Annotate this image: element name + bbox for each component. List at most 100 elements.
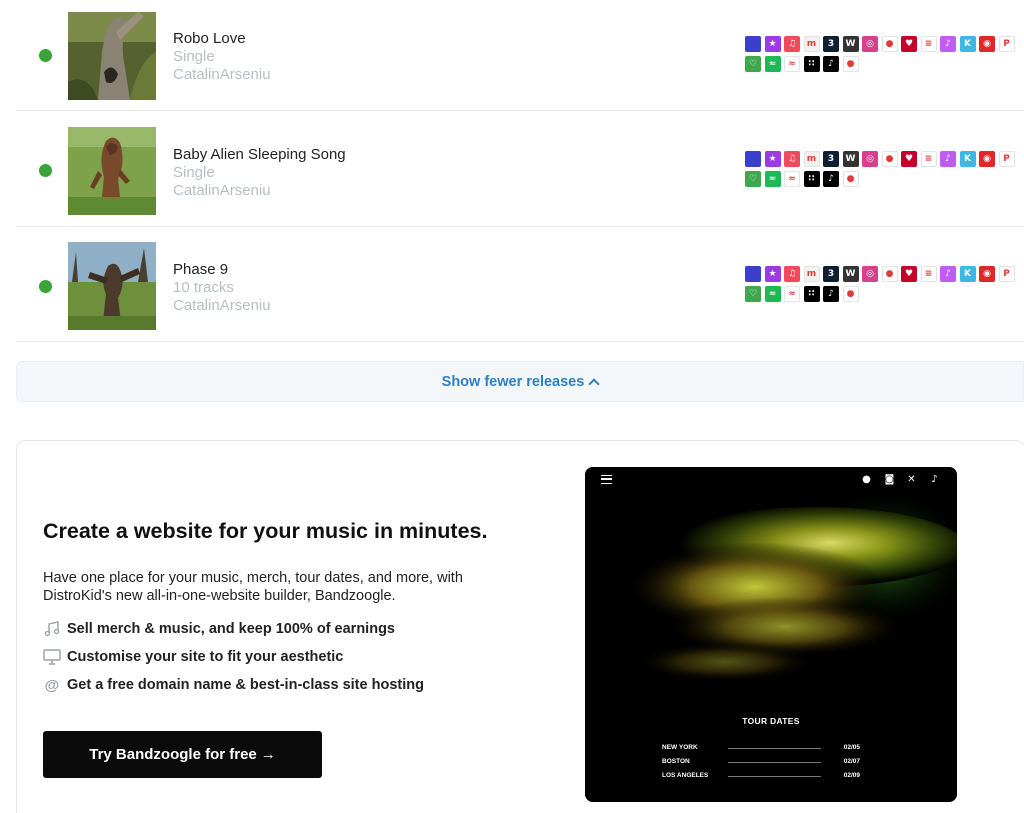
try-bandzoogle-button[interactable]: Try Bandzoogle for free →: [43, 731, 322, 778]
netease-icon[interactable]: ◉: [979, 266, 995, 282]
kkbox-icon[interactable]: K: [959, 151, 976, 167]
release-row[interactable]: Phase 9 10 tracks CatalinArseniu ★ ♫ m 3 W ◎ ●…: [16, 227, 1024, 342]
at-sign-icon: @: [44, 676, 60, 694]
tour-divider: [728, 776, 821, 777]
release-cover-art[interactable]: [68, 12, 156, 100]
feature-text: Get a free domain name & best-in-class s…: [67, 677, 424, 693]
show-fewer-releases-button[interactable]: Show fewer releases: [16, 361, 1024, 402]
promo-heading: Create a website for your music in minut…: [43, 519, 488, 543]
apple-music-icon[interactable]: ♫: [784, 266, 800, 282]
jiosaavn-icon[interactable]: ≡: [920, 266, 937, 282]
yandex-music-icon[interactable]: ●: [842, 171, 859, 187]
pandora-icon[interactable]: P: [998, 266, 1015, 282]
release-artist: CatalinArseniu: [173, 297, 271, 314]
feature-text: Customise your site to fit your aestheti…: [67, 649, 344, 665]
bandzoogle-promo-card: Create a website for your music in minut…: [16, 440, 1024, 813]
anghami-icon[interactable]: ★: [764, 151, 781, 167]
store-icon-line-1: ★ ♫ m 3 W ◎ ● ♥ ≡ ♪ K ◉ P: [745, 151, 1020, 167]
instagram-icon[interactable]: ◎: [862, 266, 878, 282]
spotify-icon[interactable]: ≈: [764, 56, 781, 72]
netease-icon[interactable]: ◉: [979, 151, 995, 167]
tiktok-icon[interactable]: ♪: [823, 171, 839, 187]
spotify-icon[interactable]: ≈: [764, 171, 781, 187]
amazon-music-icon[interactable]: [745, 151, 761, 167]
feature-item: Sell merch & music, and keep 100% of ear…: [43, 620, 395, 638]
apple-music-icon[interactable]: ♫: [784, 36, 800, 52]
instagram-icon: ◙: [884, 474, 895, 485]
audiomack-icon[interactable]: 3: [823, 151, 839, 167]
preview-navbar: ● ◙ ✕ ♪: [585, 467, 957, 493]
chevron-up-icon: [588, 377, 600, 390]
tencent-icon[interactable]: ≈: [784, 56, 800, 72]
saavn-icon[interactable]: ♡: [745, 171, 761, 187]
instagram-icon[interactable]: ◎: [862, 36, 878, 52]
pandora-icon[interactable]: P: [998, 36, 1015, 52]
tencent-icon[interactable]: ≈: [784, 286, 800, 302]
jiosaavn-icon[interactable]: ≡: [920, 36, 937, 52]
amazon-music-icon[interactable]: [745, 36, 761, 52]
show-fewer-releases-label: Show fewer releases: [441, 373, 585, 390]
saavn-icon[interactable]: ♡: [745, 286, 761, 302]
claro-musica-icon[interactable]: W: [842, 266, 859, 282]
kkbox-icon[interactable]: K: [959, 36, 976, 52]
iheartradio-icon[interactable]: ♥: [901, 266, 917, 282]
yandex-music-icon[interactable]: ●: [842, 56, 859, 72]
store-icons: ★ ♫ m 3 W ◎ ● ♥ ≡ ♪ K ◉ P ♡ ≈ ≈ ∷ ♪ ●: [745, 36, 1020, 76]
release-type: Single: [173, 164, 215, 181]
amazon-music-icon[interactable]: [745, 266, 761, 282]
music-note-icon: [43, 620, 61, 638]
youtube-music-icon[interactable]: ●: [881, 266, 898, 282]
tour-city: LOS ANGELES: [662, 772, 709, 779]
spotify-icon[interactable]: ≈: [764, 286, 781, 302]
tencent-icon[interactable]: ≈: [784, 171, 800, 187]
hamburger-menu-icon: [601, 475, 612, 484]
boomplay-icon[interactable]: m: [803, 36, 820, 52]
feature-item: Customise your site to fit your aestheti…: [43, 648, 343, 666]
iheartradio-icon[interactable]: ♥: [901, 36, 917, 52]
tidal-icon[interactable]: ∷: [803, 171, 820, 187]
tidal-icon[interactable]: ∷: [803, 56, 820, 72]
instagram-icon[interactable]: ◎: [862, 151, 878, 167]
tour-date: 02/05: [843, 744, 860, 751]
release-title[interactable]: Baby Alien Sleeping Song: [173, 146, 346, 163]
netease-icon[interactable]: ◉: [979, 36, 995, 52]
tour-city: BOSTON: [662, 758, 690, 765]
store-icons: ★ ♫ m 3 W ◎ ● ♥ ≡ ♪ K ◉ P ♡ ≈ ≈ ∷ ♪ ●: [745, 266, 1020, 306]
arrow-right-icon: →: [260, 746, 276, 763]
itunes-icon[interactable]: ♪: [940, 36, 956, 52]
release-cover-art[interactable]: [68, 127, 156, 215]
iheartradio-icon[interactable]: ♥: [901, 151, 917, 167]
tiktok-icon[interactable]: ♪: [823, 286, 839, 302]
apple-music-icon[interactable]: ♫: [784, 151, 800, 167]
boomplay-icon[interactable]: m: [803, 151, 820, 167]
audiomack-icon[interactable]: 3: [823, 36, 839, 52]
release-row[interactable]: Robo Love Single CatalinArseniu ★ ♫ m 3 W ◎ ● ♥…: [16, 0, 1024, 111]
saavn-icon[interactable]: ♡: [745, 56, 761, 72]
anghami-icon[interactable]: ★: [764, 36, 781, 52]
website-preview-image: ● ◙ ✕ ♪ TOUR DATES NEW YORK 02/05 BOSTON…: [585, 467, 957, 802]
kkbox-icon[interactable]: K: [959, 266, 976, 282]
youtube-music-icon[interactable]: ●: [881, 151, 898, 167]
feature-item: @ Get a free domain name & best-in-class…: [43, 676, 424, 694]
pandora-icon[interactable]: P: [998, 151, 1015, 167]
release-cover-art[interactable]: [68, 242, 156, 330]
jiosaavn-icon[interactable]: ≡: [920, 151, 937, 167]
release-title[interactable]: Robo Love: [173, 30, 246, 47]
anghami-icon[interactable]: ★: [764, 266, 781, 282]
claro-musica-icon[interactable]: W: [842, 36, 859, 52]
itunes-icon[interactable]: ♪: [940, 151, 956, 167]
release-row[interactable]: Baby Alien Sleeping Song Single CatalinA…: [16, 112, 1024, 227]
boomplay-icon[interactable]: m: [803, 266, 820, 282]
tour-date-row: NEW YORK 02/05: [662, 744, 860, 754]
tour-date: 02/09: [843, 772, 860, 779]
yandex-music-icon[interactable]: ●: [842, 286, 859, 302]
store-icon-line-1: ★ ♫ m 3 W ◎ ● ♥ ≡ ♪ K ◉ P: [745, 36, 1020, 52]
youtube-music-icon[interactable]: ●: [881, 36, 898, 52]
tiktok-icon[interactable]: ♪: [823, 56, 839, 72]
claro-musica-icon[interactable]: W: [842, 151, 859, 167]
store-icon-line-2: ♡ ≈ ≈ ∷ ♪ ●: [745, 286, 1020, 302]
itunes-icon[interactable]: ♪: [940, 266, 956, 282]
tidal-icon[interactable]: ∷: [803, 286, 820, 302]
release-title[interactable]: Phase 9: [173, 261, 228, 278]
audiomack-icon[interactable]: 3: [823, 266, 839, 282]
